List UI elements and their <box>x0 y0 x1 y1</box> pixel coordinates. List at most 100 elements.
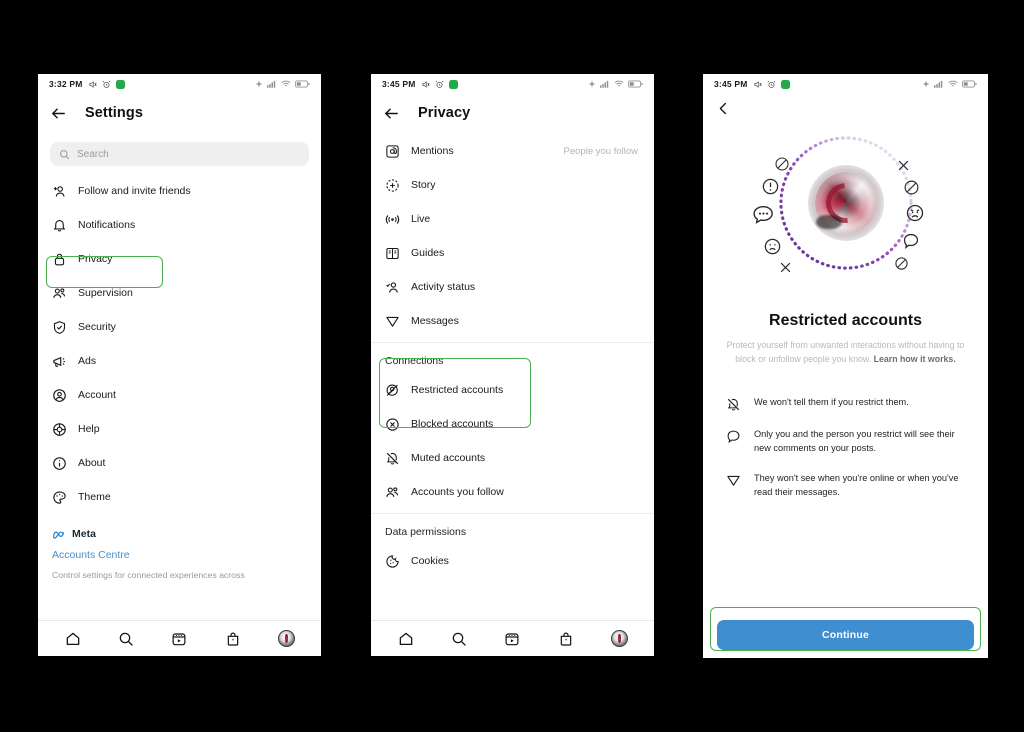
learn-more-link[interactable]: Learn how it works. <box>874 354 956 364</box>
benefit-text: Only you and the person you restrict wil… <box>754 429 955 454</box>
wifi-icon <box>948 80 958 87</box>
settings-item-theme[interactable]: Theme <box>38 480 321 514</box>
search-input[interactable]: Search <box>50 142 309 166</box>
cookie-icon <box>385 554 400 569</box>
privacy-item-value: People you follow <box>563 145 638 157</box>
location-icon <box>588 80 596 88</box>
settings-item-label: Help <box>78 423 100 435</box>
settings-item-help[interactable]: Help <box>38 412 321 446</box>
back-arrow-icon[interactable] <box>50 105 67 122</box>
nav-reels-icon[interactable] <box>162 626 196 652</box>
settings-item-label: Notifications <box>78 219 136 231</box>
status-time: 3:45 PM <box>382 79 416 89</box>
page-title: Restricted accounts <box>769 312 922 329</box>
privacy-item-story[interactable]: Story <box>371 168 654 202</box>
page-subtitle: Protect yourself from unwanted interacti… <box>703 339 988 366</box>
privacy-item-activity-status[interactable]: Activity status <box>371 270 654 304</box>
nav-reels-icon[interactable] <box>495 626 529 652</box>
privacy-item-live[interactable]: Live <box>371 202 654 236</box>
privacy-item-muted-accounts[interactable]: Muted accounts <box>371 441 654 475</box>
nav-profile-avatar[interactable] <box>269 626 303 652</box>
settings-item-label: About <box>78 457 106 469</box>
meta-description: Control settings for connected experienc… <box>52 570 245 580</box>
wifi-icon <box>281 80 291 87</box>
privacy-item-label: Guides <box>411 247 445 259</box>
continue-button[interactable]: Continue <box>717 620 974 650</box>
page-title: Privacy <box>418 105 471 121</box>
nav-shop-icon[interactable] <box>549 626 583 652</box>
privacy-item-restricted-accounts[interactable]: Restricted accounts <box>371 373 654 407</box>
privacy-item-blocked-accounts[interactable]: Blocked accounts <box>371 407 654 441</box>
privacy-item-label: Cookies <box>411 555 449 567</box>
status-bar: 3:32 PM <box>38 74 321 94</box>
benefit-text: They won't see when you're online or whe… <box>754 472 959 497</box>
green-badge-icon <box>115 79 125 89</box>
people-icon <box>52 286 67 301</box>
restricted-icon <box>385 383 400 398</box>
nav-search-icon[interactable] <box>109 626 143 652</box>
settings-item-security[interactable]: Security <box>38 310 321 344</box>
at-sign-icon <box>385 144 400 159</box>
screenshot-canvas: 3:32 PM Settings Search Follow and invit… <box>0 0 1024 732</box>
speech-bubble-icon <box>902 232 920 255</box>
privacy-item-label: Messages <box>411 315 459 327</box>
paper-plane-icon <box>725 472 741 488</box>
meta-infinity-icon <box>52 530 64 539</box>
nav-search-icon[interactable] <box>442 626 476 652</box>
benefit-text: We won't tell them if you restrict them. <box>754 397 909 408</box>
settings-item-label: Account <box>78 389 116 401</box>
settings-item-about[interactable]: About <box>38 446 321 480</box>
settings-item-label: Security <box>78 321 116 333</box>
avatar <box>277 630 295 647</box>
nav-home-icon[interactable] <box>389 626 423 652</box>
privacy-item-accounts-you-follow[interactable]: Accounts you follow <box>371 475 654 509</box>
signal-icon <box>600 80 609 88</box>
privacy-item-label: Blocked accounts <box>411 418 494 430</box>
privacy-item-label: Story <box>411 179 436 191</box>
settings-item-privacy[interactable]: Privacy <box>38 242 321 276</box>
privacy-item-label: Restricted accounts <box>411 384 504 396</box>
app-header: Privacy <box>371 94 654 132</box>
privacy-item-cookies[interactable]: Cookies <box>371 544 654 578</box>
privacy-item-mentions[interactable]: Mentions People you follow <box>371 134 654 168</box>
back-arrow-icon[interactable] <box>383 105 400 122</box>
settings-item-supervision[interactable]: Supervision <box>38 276 321 310</box>
benefit-item: They won't see when you're online or whe… <box>725 472 966 500</box>
privacy-item-label: Mentions <box>411 145 454 157</box>
privacy-item-guides[interactable]: Guides <box>371 236 654 270</box>
hero-illustration <box>703 128 988 310</box>
profile-photo <box>807 165 884 241</box>
nav-home-icon[interactable] <box>56 626 90 652</box>
block-icon <box>774 156 790 177</box>
phone-screen-restricted-accounts: 3:45 PM Restricted accounts Protect your… <box>703 74 988 658</box>
settings-item-label: Theme <box>78 491 111 503</box>
battery-icon <box>628 80 643 88</box>
lifebuoy-icon <box>52 422 67 437</box>
location-icon <box>922 80 930 88</box>
nav-shop-icon[interactable] <box>216 626 250 652</box>
settings-item-label: Supervision <box>78 287 133 299</box>
location-icon <box>255 80 263 88</box>
cta-container: Continue <box>703 620 988 650</box>
signal-icon <box>267 80 276 88</box>
x-icon <box>779 261 792 279</box>
settings-item-notifications[interactable]: Notifications <box>38 208 321 242</box>
bell-off-icon <box>385 451 400 466</box>
privacy-item-label: Accounts you follow <box>411 486 504 498</box>
settings-item-ads[interactable]: Ads <box>38 344 321 378</box>
green-badge-icon <box>780 79 790 89</box>
nav-profile-avatar[interactable] <box>602 626 636 652</box>
app-header <box>703 94 988 128</box>
status-bar: 3:45 PM <box>371 74 654 94</box>
settings-item-follow-and-invite-friends[interactable]: Follow and invite friends <box>38 174 321 208</box>
accounts-centre-link[interactable]: Accounts Centre <box>52 549 307 561</box>
settings-item-account[interactable]: Account <box>38 378 321 412</box>
shield-check-icon <box>52 320 67 335</box>
lock-icon <box>52 252 67 267</box>
x-icon <box>897 159 910 177</box>
chevron-left-icon[interactable] <box>716 101 731 121</box>
privacy-item-messages[interactable]: Messages <box>371 304 654 338</box>
status-bar: 3:45 PM <box>703 74 988 94</box>
alarm-icon <box>767 80 776 88</box>
alarm-icon <box>435 80 444 88</box>
